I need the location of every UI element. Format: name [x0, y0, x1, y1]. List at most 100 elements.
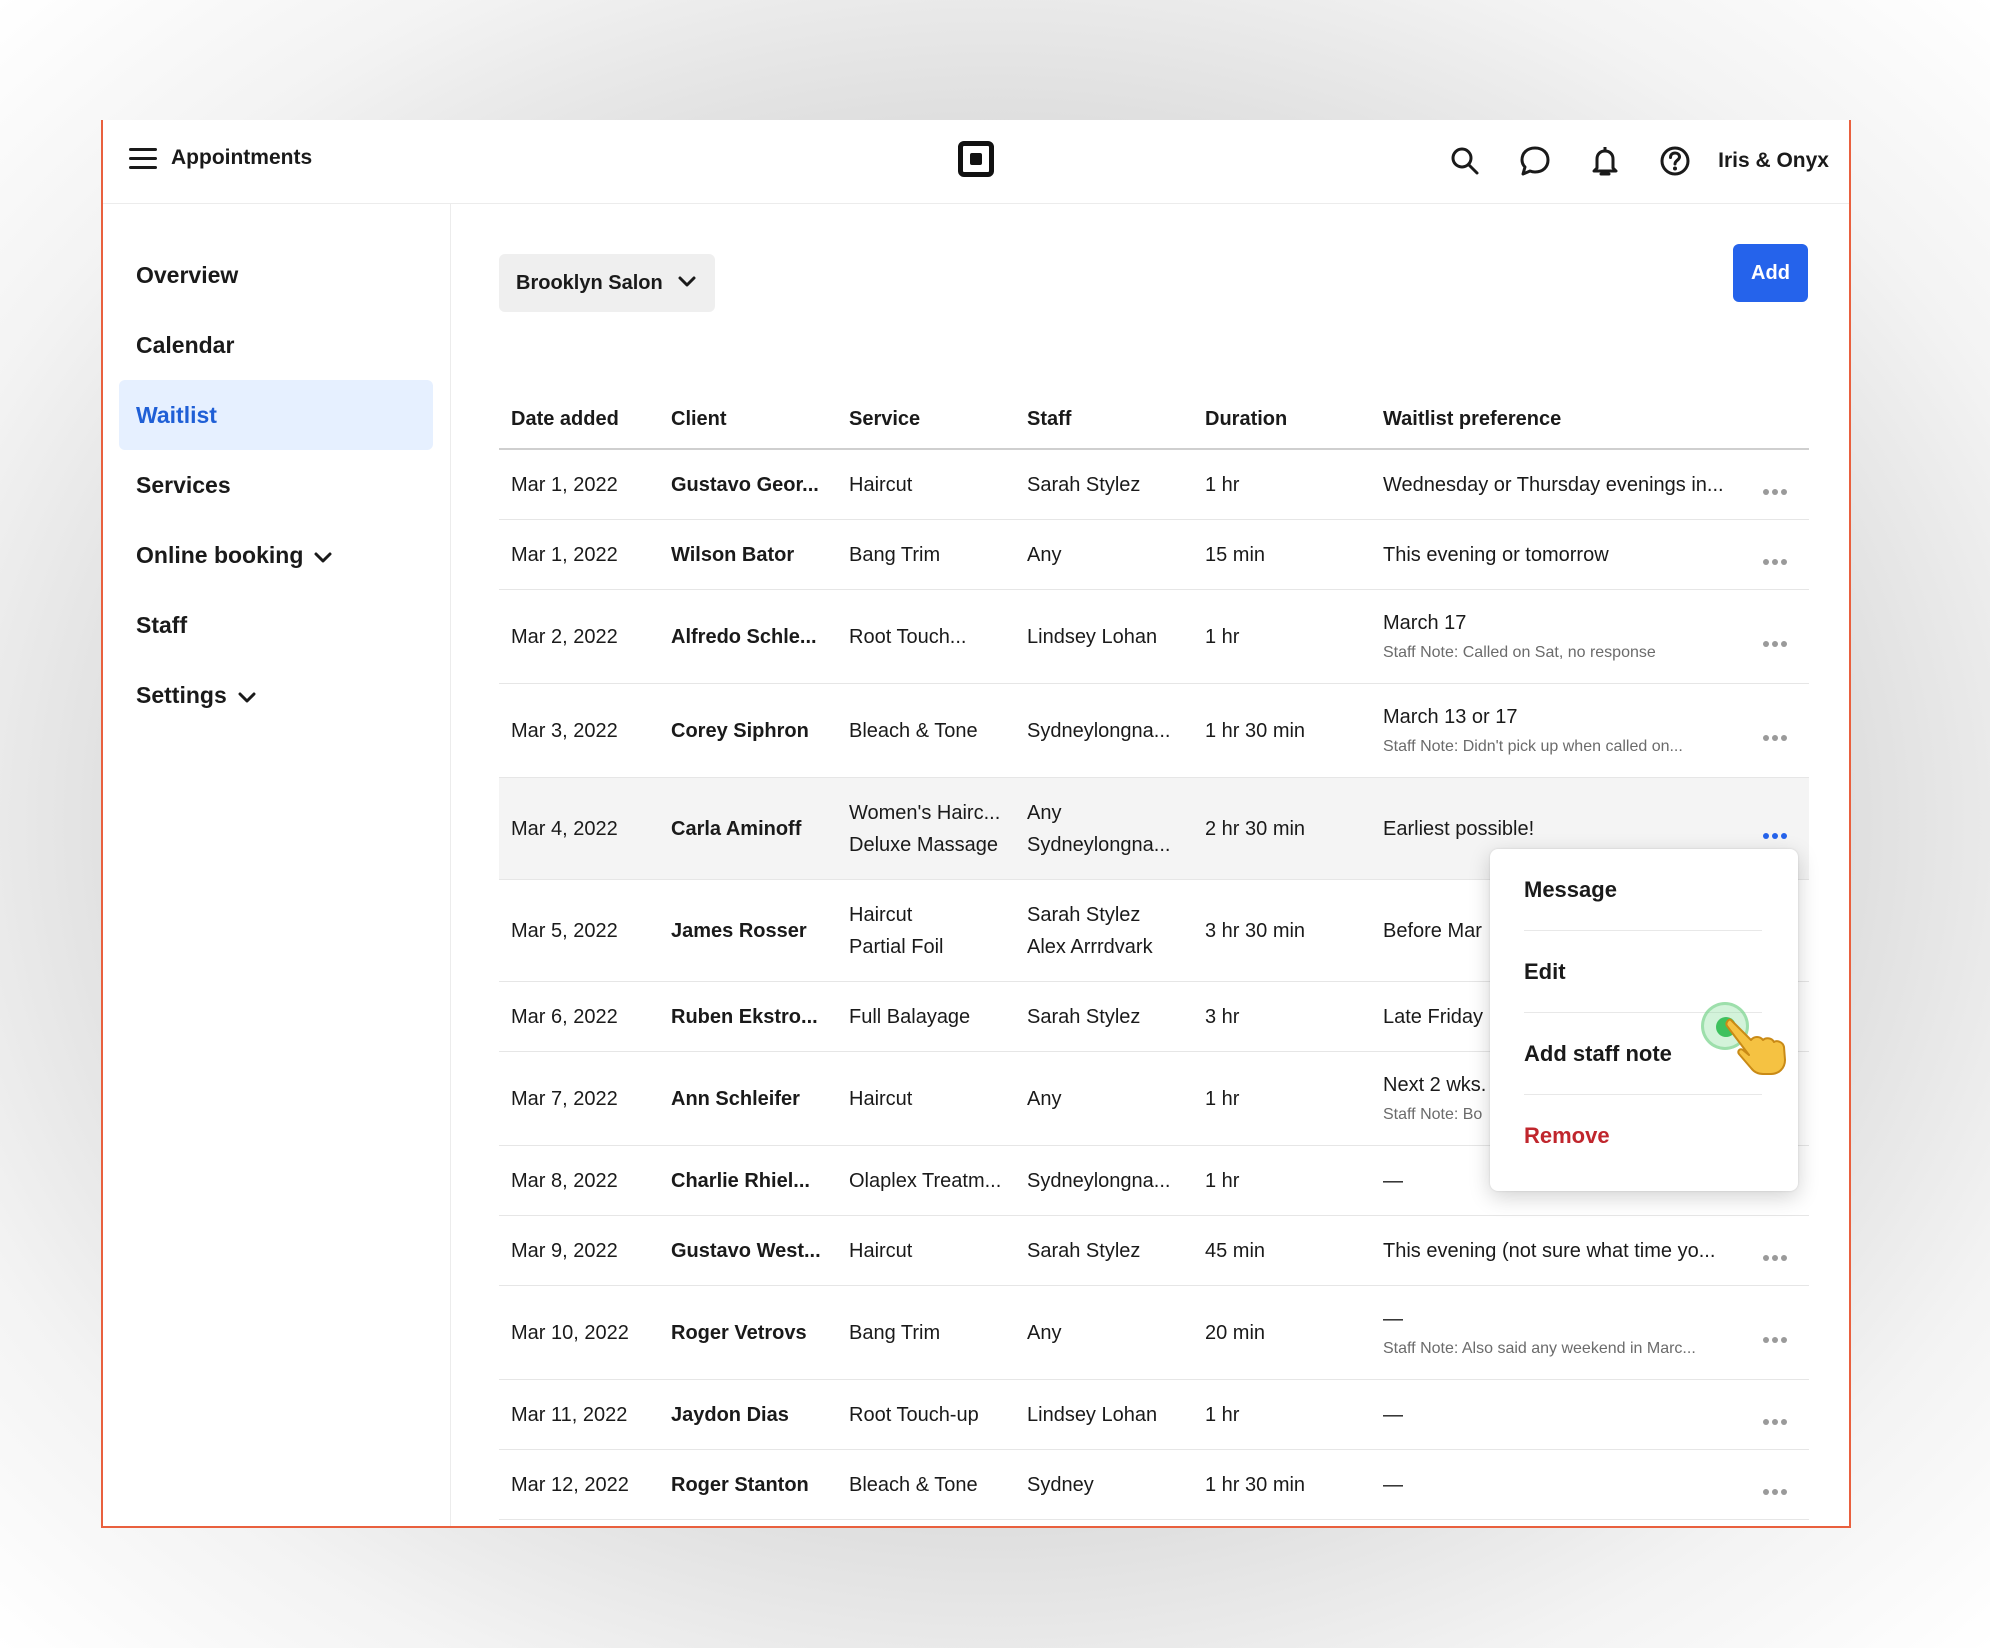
cell-waitlist-preference: — [1383, 1469, 1403, 1501]
table-row[interactable]: Mar 10, 2022 Roger Vetrovs Bang Trim Any 20 … [499, 1286, 1809, 1380]
cell-date: Mar 10, 2022 [511, 1322, 629, 1344]
account-name[interactable]: Iris & Onyx [1718, 149, 1829, 173]
cell-staff: Sarah Stylez Alex Arrrdvark [1027, 899, 1153, 963]
column-header-client[interactable]: Client [671, 408, 727, 431]
cell-service-line: Haircut [849, 1240, 913, 1262]
cell-duration: 1 hr [1205, 626, 1240, 648]
sidebar-item-overview[interactable]: Overview [119, 240, 433, 310]
table-row[interactable]: Mar 1, 2022 Gustavo Geor... Haircut Sarah S… [499, 450, 1809, 520]
cell-service: Bleach & Tone [849, 1469, 978, 1501]
cell-staff: Sarah Stylez [1027, 469, 1140, 501]
cell-staff-line: Sarah Stylez [1027, 904, 1141, 926]
sidebar-item-waitlist[interactable]: Waitlist [119, 380, 433, 450]
cell-date: Mar 7, 2022 [511, 1088, 618, 1110]
cell-client: Gustavo Geor... [671, 474, 819, 496]
cell-service: Bleach & Tone [849, 715, 978, 747]
more-options-icon[interactable] [1763, 826, 1791, 840]
cell-waitlist-preference: — [1383, 1165, 1403, 1197]
cell-client: Carla Aminoff [671, 818, 802, 840]
cell-duration: 1 hr [1205, 474, 1240, 496]
menu-item-remove[interactable]: Remove [1524, 1095, 1762, 1177]
cell-service-line: Olaplex Treatm... [849, 1170, 1002, 1192]
column-header-date[interactable]: Date added [511, 408, 619, 431]
more-options-icon[interactable] [1763, 552, 1791, 566]
table-row[interactable]: Mar 2, 2022 Alfredo Schle... Root Touch...… [499, 590, 1809, 684]
cell-client: Roger Vetrovs [671, 1322, 807, 1344]
cell-client: James Rosser [671, 920, 807, 942]
sidebar-item-settings[interactable]: Settings [119, 660, 433, 730]
more-options-icon[interactable] [1763, 1482, 1791, 1496]
preference-text: Earliest possible! [1383, 818, 1535, 840]
cell-staff-line: Sarah Stylez [1027, 1006, 1141, 1028]
preference-text: March 17 [1383, 612, 1467, 634]
cell-service: Women's Hairc... Deluxe Massage [849, 797, 1000, 861]
table-row[interactable]: Mar 12, 2022 Roger Stanton Bleach & Tone Sy… [499, 1450, 1809, 1520]
sidebar-item-calendar[interactable]: Calendar [119, 310, 433, 380]
menu-item-edit[interactable]: Edit [1524, 931, 1762, 1013]
staff-note: Staff Note: Called on Sat, no response [1383, 644, 1656, 661]
cell-service-line: Full Balayage [849, 1006, 971, 1028]
cell-service: Haircut [849, 1083, 912, 1115]
cell-staff-line: Any [1027, 1322, 1062, 1344]
location-label: Brooklyn Salon [516, 272, 663, 294]
sidebar-item-label: Settings [136, 682, 227, 708]
cell-waitlist-preference: Before Mar [1383, 915, 1482, 947]
cell-staff: Sydneylongna... [1027, 715, 1170, 747]
cell-service-line: Bleach & Tone [849, 720, 978, 742]
search-icon[interactable] [1448, 144, 1482, 178]
cell-date: Mar 9, 2022 [511, 1240, 618, 1262]
menu-icon[interactable] [129, 148, 157, 170]
cell-client: Gustavo West... [671, 1240, 821, 1262]
more-options-icon[interactable] [1763, 1248, 1791, 1262]
more-options-icon[interactable] [1763, 728, 1791, 742]
cell-service-line: Bang Trim [849, 544, 941, 566]
more-options-icon[interactable] [1763, 1330, 1791, 1344]
cell-staff: Any Sydneylongna... [1027, 797, 1170, 861]
app-title: Appointments [171, 146, 313, 169]
more-options-icon[interactable] [1763, 634, 1791, 648]
add-button[interactable]: Add [1733, 244, 1808, 302]
cell-duration: 1 hr [1205, 1404, 1240, 1426]
more-options-icon[interactable] [1763, 1412, 1791, 1426]
cell-waitlist-preference: — Staff Note: Also said any weekend in Ma… [1383, 1303, 1696, 1363]
table-row[interactable]: Mar 1, 2022 Wilson Bator Bang Trim Any 15 mi… [499, 520, 1809, 590]
table-row[interactable]: Mar 11, 2022 Jaydon Dias Root Touch-up Lind… [499, 1380, 1809, 1450]
cell-waitlist-preference: — [1383, 1399, 1403, 1431]
square-logo-icon [958, 141, 994, 177]
cell-staff: Lindsey Lohan [1027, 621, 1157, 653]
column-header-waitlist-preference[interactable]: Waitlist preference [1383, 408, 1561, 431]
cell-staff-line: Lindsey Lohan [1027, 1404, 1158, 1426]
bell-icon[interactable] [1588, 144, 1622, 178]
cell-waitlist-preference: This evening (not sure what time yo... [1383, 1235, 1715, 1267]
cell-service: Olaplex Treatm... [849, 1165, 1001, 1197]
sidebar-item-online-booking[interactable]: Online booking [119, 520, 433, 590]
cell-waitlist-preference: Wednesday or Thursday evenings in... [1383, 469, 1724, 501]
chat-icon[interactable] [1518, 144, 1552, 178]
more-options-icon[interactable] [1763, 482, 1791, 496]
column-header-duration[interactable]: Duration [1205, 408, 1287, 431]
column-header-service[interactable]: Service [849, 408, 920, 431]
cell-duration: 1 hr [1205, 1170, 1240, 1192]
cell-waitlist-preference: March 13 or 17 Staff Note: Didn't pick up… [1383, 701, 1683, 761]
column-header-staff[interactable]: Staff [1027, 408, 1071, 431]
cell-date: Mar 4, 2022 [511, 818, 618, 840]
cell-service: Haircut [849, 1235, 912, 1267]
help-icon[interactable] [1658, 144, 1692, 178]
location-selector[interactable]: Brooklyn Salon [499, 254, 715, 312]
preference-text: This evening or tomorrow [1383, 544, 1609, 566]
preference-text: Late Friday [1383, 1006, 1484, 1028]
sidebar-item-services[interactable]: Services [119, 450, 433, 520]
cell-duration: 3 hr [1205, 1006, 1240, 1028]
cell-staff: Sydney [1027, 1469, 1094, 1501]
cell-service: Full Balayage [849, 1001, 970, 1033]
staff-note: Staff Note: Bo [1383, 1106, 1483, 1123]
menu-item-message[interactable]: Message [1524, 849, 1762, 931]
cell-staff: Sydneylongna... [1027, 1165, 1170, 1197]
app-window: Appointments Iris & Onyx Overview Calend… [101, 120, 1851, 1528]
chevron-down-icon [678, 276, 696, 287]
cell-staff: Any [1027, 1317, 1061, 1349]
cell-waitlist-preference: Earliest possible! [1383, 813, 1534, 845]
table-row[interactable]: Mar 3, 2022 Corey Siphron Bleach & Tone Syd… [499, 684, 1809, 778]
sidebar-item-staff[interactable]: Staff [119, 590, 433, 660]
table-row[interactable]: Mar 9, 2022 Gustavo West... Haircut Sarah S… [499, 1216, 1809, 1286]
